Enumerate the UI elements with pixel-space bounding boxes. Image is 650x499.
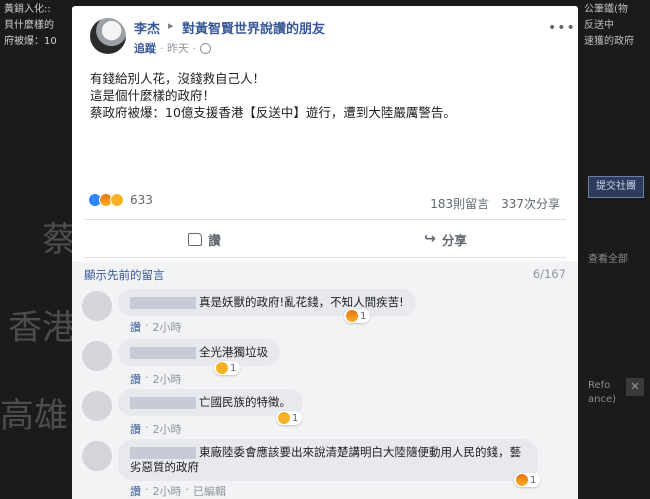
haha-reaction-icon [278,412,290,424]
background-big-text: 蔡 [42,220,76,260]
commenter-name-redacted[interactable] [130,296,196,309]
commenter-name-redacted[interactable] [130,346,196,359]
background-post-text: 黃銷入化:: 貝什麼樣的 府被爆：10 [4,4,57,47]
comment-like-link[interactable]: 讚 [130,421,141,437]
share-button[interactable]: ↪ 分享 [325,224,566,254]
comment-count[interactable]: 183則留言 [430,195,489,212]
follow-link[interactable]: 追蹤 [134,40,156,56]
separator-dot: · [145,319,149,332]
post-meta: 追蹤 · 昨天 · [134,40,211,56]
more-options-icon[interactable]: ••• [548,20,576,36]
post-group-name[interactable]: 對黃智賢世界說讚的朋友 [182,18,325,37]
comment-time[interactable]: 2小時 [153,483,182,499]
comment-edited-label[interactable]: 已編輯 [193,483,226,499]
comment-reaction-count: 1 [360,310,367,322]
comments-section: 顯示先前的留言 6/167 真是妖獸的政府!亂花錢，不知人間疾苦! 1 讚 · … [72,261,578,499]
comment-pagination: 6/167 [532,267,566,281]
comment-reaction[interactable]: 1 [514,473,541,487]
comment-bubble: 全光港獨垃圾 [118,339,280,366]
angry-reaction-icon [516,474,528,486]
separator-dot: · [145,371,149,384]
haha-reaction-icon [216,362,228,374]
thumbs-up-icon [188,232,203,246]
post-action-bar: 讚 ↪ 分享 [84,224,566,254]
comment-reaction[interactable]: 1 [214,361,241,375]
background-submit-button[interactable]: 提交社團 [588,176,644,198]
separator-dot: · [185,483,190,496]
post-header: 李杰 ▸ 對黃智賢世界說讚的朋友 追蹤 · 昨天 · ••• [72,6,578,62]
comment-actions: 讚 · 2小時 [130,319,182,335]
commenter-name-redacted[interactable] [130,396,196,409]
comment-time[interactable]: 2小時 [153,371,182,387]
engagement-counts: 183則留言 337次分享 [430,195,560,212]
post-text: 有錢給別人花，沒錢救自己人！ 這是個什麼樣的政府！ 蔡政府被爆：10億支援香港【… [90,70,560,121]
comment-time[interactable]: 2小時 [153,319,182,335]
comment-time[interactable]: 2小時 [153,421,182,437]
comment-bubble: 真是妖獸的政府!亂花錢，不知人間疾苦! [118,289,416,316]
divider [84,219,566,220]
comment-reaction[interactable]: 1 [276,411,303,425]
separator-dot: · [145,483,149,496]
comment-bubble: 亡國民族的特徵。 [118,389,303,416]
comment-actions: 讚 · 2小時 [130,421,182,437]
comment-actions: 讚 · 2小時 [130,371,182,387]
angry-reaction-icon [346,310,358,322]
arrow-right-icon: ▸ [168,19,174,32]
view-previous-comments-link[interactable]: 顯示先前的留言 [84,267,165,283]
post-time[interactable]: · 昨天 · [160,40,196,56]
comment-like-link[interactable]: 讚 [130,319,141,335]
wow-reaction-icon [110,193,124,207]
comment-text: 真是妖獸的政府!亂花錢，不知人間疾苦! [199,295,404,309]
background-see-all: 查看全部 [588,254,628,265]
separator-dot: · [145,421,149,434]
comment-reaction-count: 1 [292,412,299,424]
divider [84,257,566,258]
comment-reaction-count: 1 [530,474,537,486]
share-count[interactable]: 337次分享 [501,195,560,212]
globe-icon [200,42,211,54]
post-author[interactable]: 李杰 [134,18,160,37]
comment-text: 全光港獨垃圾 [199,345,268,359]
post-text-line: 有錢給別人花，沒錢救自己人！ [90,71,266,86]
like-button[interactable]: 讚 [84,224,325,254]
commenter-avatar[interactable] [82,441,112,471]
commenter-avatar[interactable] [82,291,112,321]
reaction-summary[interactable]: 633 [88,193,153,207]
comment-text: 亡國民族的特徵。 [199,395,291,409]
background-big-text: 高雄 [0,396,68,436]
post-card: 李杰 ▸ 對黃智賢世界說讚的朋友 追蹤 · 昨天 · ••• 有錢給別人花，沒錢… [72,6,578,499]
commenter-avatar[interactable] [82,391,112,421]
reaction-count: 633 [130,193,153,207]
author-avatar[interactable] [90,18,126,54]
comment-reaction[interactable]: 1 [344,309,371,323]
comment-reaction-count: 1 [230,362,237,374]
background-small-text: Refo [588,380,611,391]
background-close-icon[interactable]: ✕ [626,378,644,396]
comment-like-link[interactable]: 讚 [130,483,141,499]
comment-bubble: 東廠陸委會應該要出來說清楚講明白大陸隨便動用人民的錢，藝劣惡質的政府 [118,439,538,481]
commenter-avatar[interactable] [82,341,112,371]
commenter-name-redacted[interactable] [130,446,196,459]
comments-header: 顯示先前的留言 6/167 [84,267,566,283]
background-small-text: ance) [588,394,617,405]
background-big-text: 香港 [8,308,76,348]
background-right-text: 公筆鐵(物 反送中 速獲的政府 [584,4,634,47]
like-button-label: 讚 [208,232,221,248]
comment-like-link[interactable]: 讚 [130,371,141,387]
comment-actions: 讚 · 2小時 · 已編輯 [130,483,226,499]
share-button-label: 分享 [441,232,467,248]
post-text-line: 這是個什麼樣的政府！ [90,88,216,103]
share-icon: ↪ [424,231,436,247]
post-text-line: 蔡政府被爆：10億支援香港【反送中】遊行，遭到大陸嚴厲警告。 [90,105,456,120]
